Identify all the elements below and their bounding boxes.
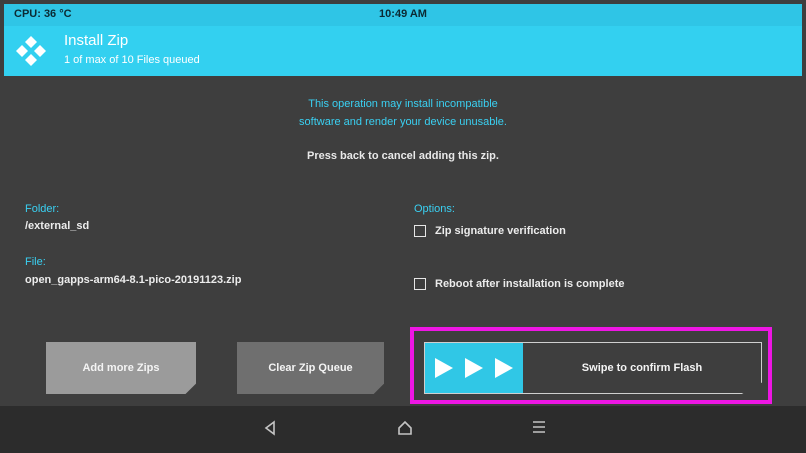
zip-signature-option[interactable]: Zip signature verification [414, 225, 566, 237]
reboot-label: Reboot after installation is complete [435, 278, 625, 290]
status-bar: CPU: 36 °C 10:49 AM [4, 4, 802, 26]
screen: CPU: 36 °C 10:49 AM Install Zip 1 of max… [0, 0, 806, 453]
reboot-option[interactable]: Reboot after installation is complete [414, 278, 624, 290]
header: Install Zip 1 of max of 10 Files queued [4, 26, 802, 76]
folder-value: /external_sd [25, 220, 90, 232]
reboot-checkbox[interactable] [414, 278, 426, 290]
options-label: Options: [414, 203, 455, 215]
file-label: File: [25, 256, 46, 268]
swipe-to-confirm-slider[interactable]: Swipe to confirm Flash [424, 342, 762, 394]
clock: 10:49 AM [379, 8, 427, 20]
swipe-handle[interactable] [425, 343, 523, 393]
swipe-label: Swipe to confirm Flash [581, 362, 703, 374]
warning-line-1: This operation may install incompatible [308, 98, 498, 110]
file-value: open_gapps-arm64-8.1-pico-20191123.zip [25, 274, 242, 286]
arrow-right-icon [465, 358, 483, 378]
warning-line-2: software and render your device unusable… [299, 116, 507, 128]
zip-signature-checkbox[interactable] [414, 225, 426, 237]
navigation-bar [0, 406, 806, 453]
menu-icon[interactable] [532, 420, 546, 434]
twrp-logo-icon [16, 36, 46, 66]
press-back-hint: Press back to cancel adding this zip. [307, 150, 499, 162]
arrow-right-icon [495, 358, 513, 378]
back-icon[interactable] [263, 420, 277, 436]
folder-label: Folder: [25, 203, 60, 215]
add-more-zips-button[interactable]: Add more Zips [46, 342, 196, 394]
home-icon[interactable] [397, 420, 413, 436]
zip-signature-label: Zip signature verification [435, 225, 566, 237]
clear-zip-queue-button[interactable]: Clear Zip Queue [237, 342, 384, 394]
queue-status: 1 of max of 10 Files queued [64, 54, 200, 66]
arrow-right-icon [435, 358, 453, 378]
page-title: Install Zip [64, 32, 129, 49]
